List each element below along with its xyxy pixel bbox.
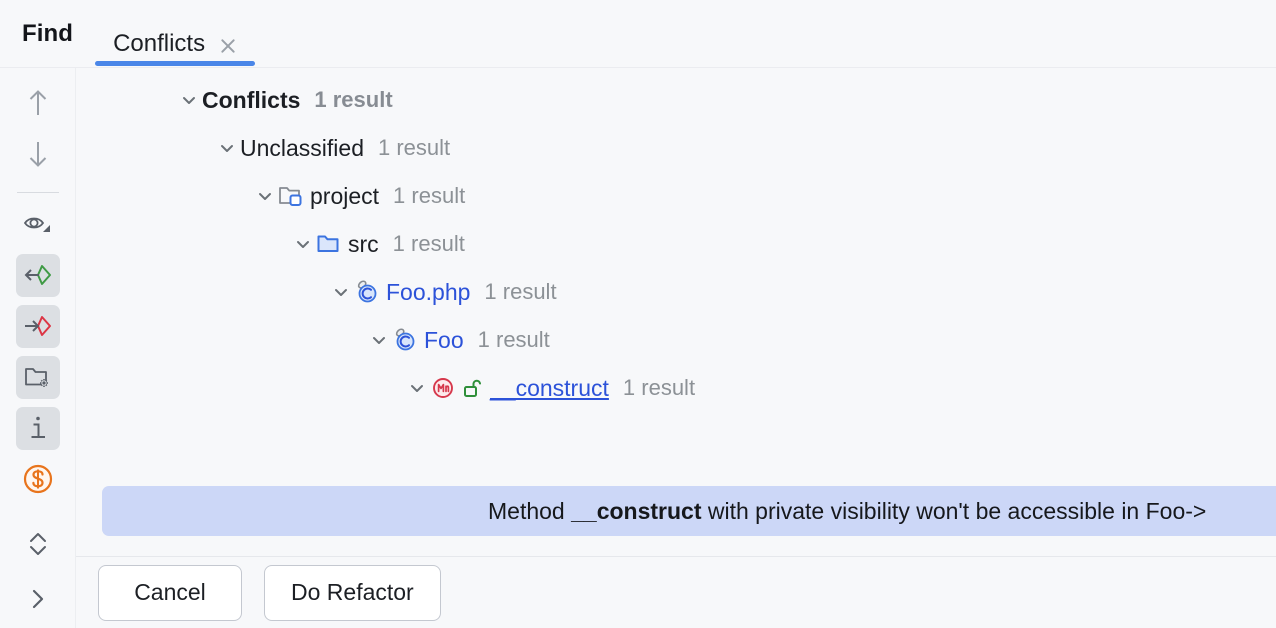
tree-node-foo-class[interactable]: Foo 1 result [76,316,1276,364]
php-class-icon [354,279,384,305]
show-details-button[interactable] [15,406,60,450]
tree-node-src[interactable]: src 1 result [76,220,1276,268]
chevron-down-icon[interactable] [176,76,202,124]
chevron-down-icon[interactable] [252,172,278,220]
tree-node-count: 1 result [378,135,451,160]
show-read-access-button[interactable] [15,253,60,297]
module-icon [278,183,308,209]
cancel-button[interactable]: Cancel [98,564,242,621]
tree-node-conflicts[interactable]: Conflicts 1 result [76,76,1276,124]
tree-node-construct[interactable]: __construct 1 result [76,364,1276,412]
tab-conflicts-label: Conflicts [113,30,206,57]
chevron-right-icon [26,585,50,613]
toolbar-divider [16,191,59,193]
folder-sparkle-icon [23,364,53,390]
tree-node-label: Conflicts [202,87,301,113]
tree-node-label[interactable]: Foo [424,327,464,353]
group-by-folder-button[interactable] [15,355,60,399]
tree-node-count: 1 result [314,87,393,112]
chevron-down-icon[interactable] [404,364,430,412]
tree-node-count: 1 result [484,279,557,304]
tree-node-unclassified[interactable]: Unclassified 1 result [76,124,1276,172]
arrow-down-icon [25,139,51,169]
tree-node-count: 1 result [392,231,465,256]
conflict-message-suffix: with private visibility won't be accessi… [701,498,1207,524]
conflicts-tree: Conflicts 1 result Unclassified 1 result [76,68,1276,412]
dollar-circle-icon [21,462,55,496]
tree-node-project[interactable]: project 1 result [76,172,1276,220]
tab-active-indicator [95,61,256,66]
previous-occurrence-button[interactable] [16,82,60,125]
results-panel: Conflicts 1 result Unclassified 1 result [76,68,1276,628]
tree-node-label: src [348,231,379,257]
arrow-right-into-shape-red-icon [23,313,53,339]
do-refactor-button[interactable]: Do Refactor [264,564,441,621]
tree-node-count: 1 result [622,375,696,400]
chevron-down-icon[interactable] [214,124,240,172]
window-body: Conflicts 1 result Unclassified 1 result [0,68,1276,628]
tree-node-count: 1 result [477,327,550,352]
folder-icon [316,231,346,257]
close-icon[interactable] [219,37,237,55]
method-icon [430,375,460,401]
chevron-down-icon[interactable] [290,220,316,268]
tree-node-label[interactable]: Foo.php [386,279,470,305]
unlocked-padlock-icon [462,375,488,401]
show-write-access-button[interactable] [15,304,60,348]
window-header: Find Conflicts [0,0,1276,68]
eye-dropdown-icon [22,211,54,237]
conflict-message-row[interactable]: Method __construct with private visibili… [102,486,1276,536]
chevron-down-icon[interactable] [366,316,392,364]
chevron-down-icon[interactable] [328,268,354,316]
conflict-message-prefix: Method [488,498,572,524]
chevron-up-down-icon [25,529,51,559]
php-class-icon [392,327,422,353]
info-icon [27,414,49,442]
page-title: Find [22,20,74,47]
preview-usages-button[interactable] [16,203,60,246]
expand-collapse-all-button[interactable] [16,522,60,565]
tree-node-foo-php[interactable]: Foo.php 1 result [76,268,1276,316]
tree-node-label[interactable]: __construct [490,375,609,401]
next-occurrence-button[interactable] [16,133,60,176]
arrow-left-into-shape-green-icon [23,262,53,288]
open-side-panel-button[interactable] [16,577,60,620]
tab-strip: Conflicts [95,0,256,68]
left-toolbar [0,68,76,628]
tree-node-label: Unclassified [240,135,364,161]
dialog-footer: Cancel Do Refactor [76,556,1276,628]
arrow-up-icon [25,88,51,118]
conflict-message-text: Method __construct with private visibili… [102,498,1206,524]
tree-node-count: 1 result [393,183,466,208]
tab-conflicts[interactable]: Conflicts [95,0,256,68]
dollar-marker-button[interactable] [16,458,60,501]
conflict-message-emphasis: __construct [571,498,702,524]
tree-node-label: project [310,183,380,209]
